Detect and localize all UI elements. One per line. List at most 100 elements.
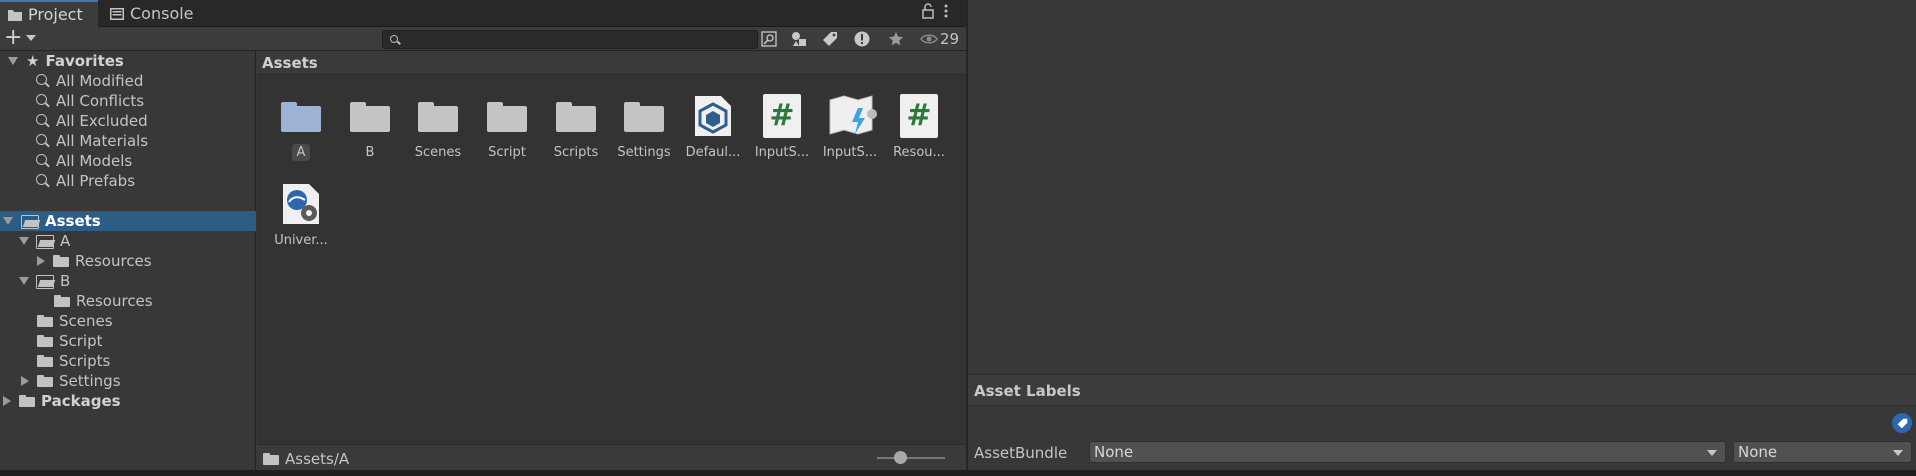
asset-item[interactable]: # Resou...: [885, 94, 953, 166]
tree-favorite-item[interactable]: All Modified: [0, 71, 256, 91]
asset-item[interactable]: Scenes: [404, 94, 472, 166]
csharp-script-icon: #: [900, 94, 938, 138]
tree-favorite-label: All Materials: [56, 132, 149, 150]
tree-favorite-item[interactable]: All Materials: [0, 131, 256, 151]
tree-packages-label: Packages: [41, 392, 121, 410]
tree-favorite-label: All Conflicts: [56, 92, 145, 110]
asset-item-label: InputS...: [822, 145, 878, 160]
tree-folder-a[interactable]: A: [0, 231, 256, 251]
asset-labels-section: Asset Labels: [968, 374, 1916, 406]
tree-folder-b-resources[interactable]: Resources: [0, 291, 256, 311]
folder-icon: [19, 395, 35, 407]
collapse-arrow-icon[interactable]: [3, 396, 11, 406]
tree-folder-settings[interactable]: Settings: [0, 371, 256, 391]
tree-assets-label: Assets: [45, 212, 101, 230]
tree-folder-label: Scripts: [59, 352, 111, 370]
tree-packages[interactable]: Packages: [0, 391, 256, 411]
icon-size-slider-thumb[interactable]: [894, 451, 907, 464]
tree-folder-label: B: [60, 272, 71, 290]
tab-console-label: Console: [130, 4, 194, 23]
tree-assets[interactable]: Assets: [0, 211, 256, 231]
folder-icon: [418, 102, 458, 132]
tree-folder-scripts[interactable]: Scripts: [0, 351, 256, 371]
hidden-packages-toggle[interactable]: 29: [920, 29, 959, 49]
folder-icon: [487, 102, 527, 132]
tree-folder-a-resources[interactable]: Resources: [0, 251, 256, 271]
asset-item[interactable]: B: [336, 94, 404, 166]
assetbundle-variant-dropdown[interactable]: None: [1733, 441, 1912, 463]
create-button[interactable]: +: [4, 25, 38, 50]
selection-path-label: Assets/A: [285, 450, 350, 468]
asset-item[interactable]: Scripts: [542, 94, 610, 166]
filter-by-type-button[interactable]: [787, 29, 811, 49]
tree-folder-label: Resources: [76, 292, 153, 310]
folder-icon: [281, 102, 321, 132]
tree-favorite-label: All Modified: [56, 72, 144, 90]
log-filter-button[interactable]: [850, 29, 874, 49]
asset-item[interactable]: InputS...: [816, 94, 884, 166]
asset-item[interactable]: Script: [473, 94, 541, 166]
tree-favorites[interactable]: ★ Favorites: [0, 51, 256, 71]
folder-icon: [8, 9, 22, 21]
search-icon: [36, 174, 50, 188]
tab-bar: Project Console: [0, 0, 966, 27]
icon-size-slider[interactable]: [877, 457, 945, 459]
search-by-type-button[interactable]: [757, 29, 781, 49]
asset-item[interactable]: Univer...: [267, 182, 335, 254]
console-icon: [110, 7, 124, 20]
assetbundle-name-dropdown[interactable]: None: [1089, 441, 1726, 463]
tree-favorite-item[interactable]: All Excluded: [0, 111, 256, 131]
expand-arrow-icon[interactable]: [3, 217, 13, 225]
search-icon: [36, 114, 50, 128]
lock-icon[interactable]: [922, 3, 934, 19]
add-label-button[interactable]: [1892, 413, 1912, 433]
chevron-down-icon: [1707, 450, 1717, 456]
assetbundle-variant-value: None: [1738, 443, 1778, 461]
tree-favorite-item[interactable]: All Models: [0, 151, 256, 171]
assetbundle-label: AssetBundle: [974, 444, 1068, 462]
tree-folder-script[interactable]: Script: [0, 331, 256, 351]
assets-breadcrumb: Assets: [257, 51, 966, 75]
asset-item-label: Script: [488, 145, 526, 160]
tab-console[interactable]: Console: [102, 0, 202, 27]
tree-favorite-label: All Models: [56, 152, 133, 170]
asset-item-label: A: [291, 144, 311, 161]
expand-arrow-icon[interactable]: [19, 277, 29, 285]
tree-folder-label: A: [60, 232, 71, 250]
folder-open-icon: [21, 215, 39, 229]
status-bar: [0, 470, 1916, 476]
plus-icon: +: [4, 25, 23, 50]
tab-project[interactable]: Project: [0, 0, 98, 27]
search-icon: [36, 154, 50, 168]
tree-folder-scenes[interactable]: Scenes: [0, 311, 256, 331]
folder-icon: [37, 375, 53, 387]
collapse-arrow-icon[interactable]: [21, 376, 29, 386]
tree-favorite-item[interactable]: All Conflicts: [0, 91, 256, 111]
tree-folder-b[interactable]: B: [0, 271, 256, 291]
expand-arrow-icon[interactable]: [19, 237, 29, 245]
render-pipeline-asset-icon: [283, 184, 319, 224]
asset-item[interactable]: A: [267, 94, 335, 166]
tree-favorite-item[interactable]: All Prefabs: [0, 171, 256, 191]
filter-type-icon: [792, 32, 806, 46]
filter-by-label-button[interactable]: [818, 29, 842, 49]
collapse-arrow-icon[interactable]: [37, 256, 45, 266]
asset-item[interactable]: Defaul...: [679, 94, 747, 166]
asset-item[interactable]: # InputS...: [748, 94, 816, 166]
search-input[interactable]: [382, 30, 758, 49]
project-window: Project Console + 29 ★ Favorites All Mod…: [0, 0, 966, 470]
asset-item-label: Scripts: [553, 145, 599, 160]
favorite-button[interactable]: [884, 29, 908, 49]
more-options-icon[interactable]: [944, 3, 948, 19]
tree-folder-label: Script: [59, 332, 103, 350]
asset-item[interactable]: Settings: [610, 94, 678, 166]
inspector-panel: Asset Labels AssetBundle None None: [967, 0, 1916, 470]
tree-folder-label: Scenes: [59, 312, 113, 330]
folder-icon: [556, 102, 596, 132]
input-actions-icon: [829, 95, 877, 135]
asset-item-label: Defaul...: [685, 145, 741, 160]
folder-icon: [37, 335, 53, 347]
asset-labels-title: Asset Labels: [974, 382, 1081, 400]
expand-arrow-icon[interactable]: [8, 57, 18, 65]
folder-icon: [350, 102, 390, 132]
